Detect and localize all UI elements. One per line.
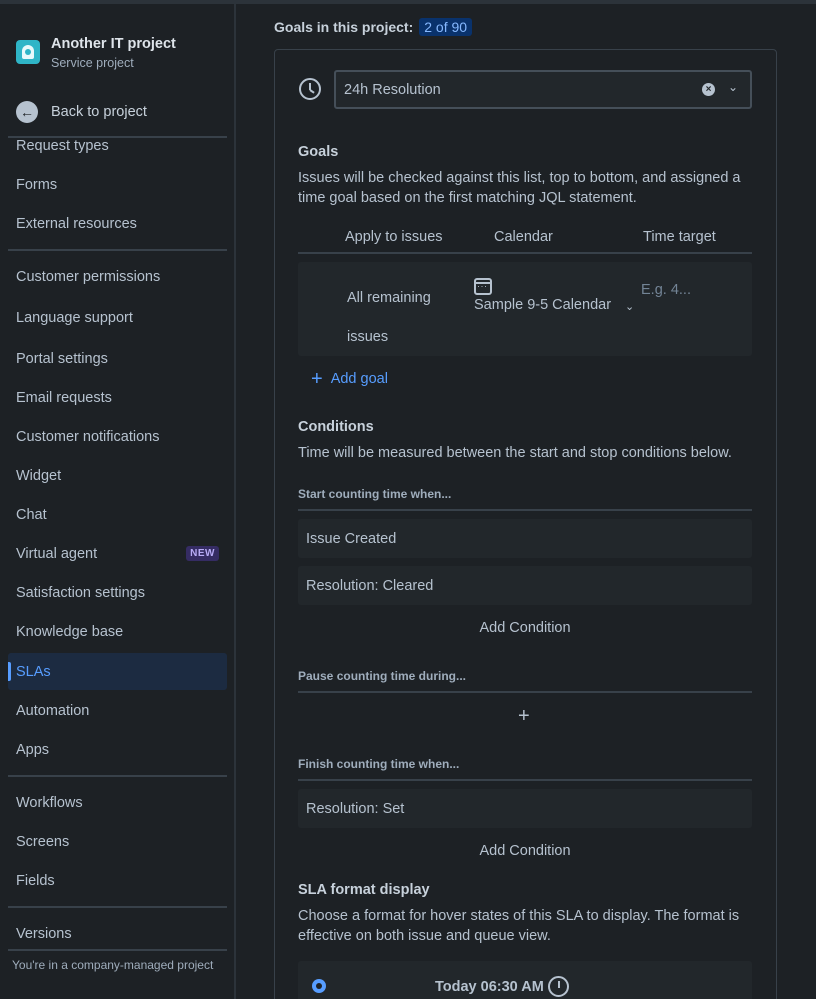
add-goal-button[interactable]: + Add goal <box>311 368 388 390</box>
conditions-description: Time will be measured between the start … <box>298 445 732 461</box>
goals-count-badge: 2 of 90 <box>419 18 473 36</box>
chevron-down-icon[interactable]: ⌄ <box>728 80 738 94</box>
plus-icon: + <box>311 368 323 390</box>
new-badge: NEW <box>186 546 219 561</box>
sla-name-select[interactable]: 24h Resolution × ⌄ <box>334 70 752 109</box>
goals-in-project-header: Goals in this project: 2 of 90 <box>274 18 473 36</box>
sidebar-item-customer-permissions[interactable]: Customer permissions <box>8 258 227 295</box>
format-option-text: Today 06:30 AM <box>435 979 544 995</box>
finish-counting-label: Finish counting time when... <box>298 757 460 771</box>
sidebar-item-apps[interactable]: Apps <box>8 731 227 768</box>
add-start-condition-button[interactable]: Add Condition <box>298 620 752 636</box>
sla-select-value: 24h Resolution <box>344 81 441 98</box>
conditions-heading: Conditions <box>298 419 374 435</box>
back-label: Back to project <box>51 104 147 120</box>
sidebar-item-forms[interactable]: Forms <box>8 166 227 203</box>
finish-condition-item[interactable]: Resolution: Set <box>298 789 752 828</box>
sidebar-item-request-types[interactable]: Request types <box>8 127 227 164</box>
column-header-time-target: Time target <box>643 229 716 245</box>
sidebar-divider <box>8 906 227 908</box>
sidebar-item-workflows[interactable]: Workflows <box>8 784 227 821</box>
sidebar-item-automation[interactable]: Automation <box>8 692 227 729</box>
arrow-left-icon: ← <box>16 101 38 123</box>
time-target-input[interactable]: E.g. 4... <box>641 282 691 298</box>
column-header-calendar: Calendar <box>494 229 553 245</box>
goals-heading: Goals <box>298 144 339 160</box>
project-type: Service project <box>51 56 134 70</box>
start-condition-item[interactable]: Issue Created <box>298 519 752 558</box>
sidebar-item-chat[interactable]: Chat <box>8 496 227 533</box>
sidebar-item-satisfaction-settings[interactable]: Satisfaction settings <box>8 574 227 611</box>
sidebar-divider <box>8 775 227 777</box>
sla-format-description: Choose a format for hover states of this… <box>298 908 740 944</box>
goal-row: All remaining issues Sample 9-5 Calendar… <box>298 262 752 356</box>
back-to-project-link[interactable]: ← Back to project <box>16 101 147 123</box>
pause-counting-label: Pause counting time during... <box>298 669 467 683</box>
table-header-divider <box>298 252 752 254</box>
sidebar-item-customer-notifications[interactable]: Customer notifications <box>8 418 227 455</box>
goals-description: Issues will be checked against this list… <box>298 170 741 206</box>
sla-format-heading: SLA format display <box>298 882 430 898</box>
column-header-apply: Apply to issues <box>345 229 443 245</box>
goals-count-label: Goals in this project: <box>274 19 414 35</box>
sidebar-item-versions[interactable]: Versions <box>8 915 227 952</box>
project-name: Another IT project <box>51 36 176 52</box>
sidebar-item-email-requests[interactable]: Email requests <box>8 379 227 416</box>
sidebar-item-slas[interactable]: SLAs <box>8 653 227 690</box>
format-option-row[interactable]: Today 06:30 AM <box>298 961 752 999</box>
goal-calendar-select[interactable]: Sample 9-5 Calendar <box>474 297 611 313</box>
clock-icon <box>548 976 569 997</box>
company-managed-note: You're in a company-managed project <box>12 958 214 972</box>
sidebar-divider <box>8 949 227 951</box>
start-counting-label: Start counting time when... <box>298 487 452 501</box>
sidebar-divider <box>8 249 227 251</box>
chevron-down-icon[interactable]: ⌄ <box>625 300 634 313</box>
clear-icon[interactable]: × <box>702 83 715 96</box>
sidebar-item-language-support[interactable]: Language support <box>8 299 227 336</box>
section-divider <box>298 779 752 781</box>
add-pause-condition-icon[interactable]: + <box>518 705 530 728</box>
format-radio[interactable] <box>312 979 326 993</box>
sidebar-item-screens[interactable]: Screens <box>8 823 227 860</box>
sidebar-item-widget[interactable]: Widget <box>8 457 227 494</box>
add-finish-condition-button[interactable]: Add Condition <box>298 843 752 859</box>
sidebar-item-virtual-agent[interactable]: Virtual agent NEW <box>8 535 227 572</box>
section-divider <box>298 509 752 511</box>
goal-apply-to[interactable]: All remaining issues <box>347 279 447 357</box>
clock-icon <box>299 78 321 100</box>
sidebar-item-external-resources[interactable]: External resources <box>8 205 227 242</box>
calendar-icon <box>474 278 492 295</box>
section-divider <box>298 691 752 693</box>
sidebar-item-portal-settings[interactable]: Portal settings <box>8 340 227 377</box>
project-avatar-icon <box>16 40 40 64</box>
sidebar-item-fields[interactable]: Fields <box>8 862 227 899</box>
start-condition-item[interactable]: Resolution: Cleared <box>298 566 752 605</box>
project-header[interactable]: Another IT project Service project <box>16 35 176 70</box>
sidebar-item-knowledge-base[interactable]: Knowledge base <box>8 613 227 650</box>
